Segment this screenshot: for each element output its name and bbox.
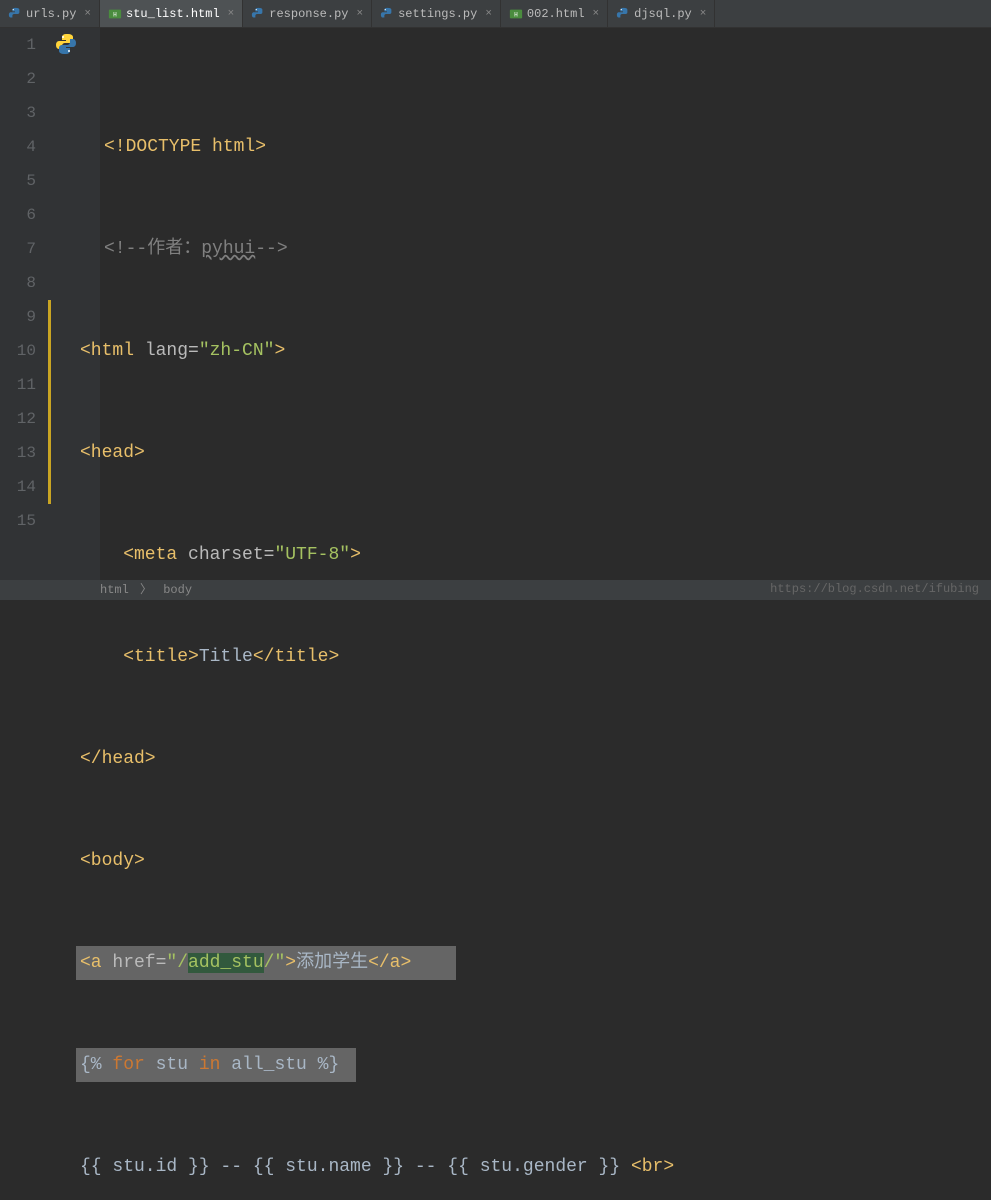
close-icon[interactable]: × — [356, 8, 363, 20]
code-token: href= — [112, 953, 166, 973]
code-token: }} — [588, 1157, 620, 1177]
code-token: {{ — [447, 1157, 479, 1177]
code-token: stu.id — [112, 1157, 177, 1177]
code-token: </head> — [80, 749, 156, 769]
code-token: <title> — [80, 647, 199, 667]
line-number: 2 — [0, 62, 36, 96]
tab-label: settings.py — [398, 7, 477, 21]
tab-settings[interactable]: settings.py × — [372, 0, 501, 27]
line-number: 5 — [0, 164, 36, 198]
code-token: {{ — [80, 1157, 112, 1177]
line-number: 13 — [0, 436, 36, 470]
tab-label: djsql.py — [634, 7, 692, 21]
code-token: <!-- — [104, 239, 147, 259]
tab-label: stu_list.html — [126, 7, 220, 21]
tab-label: 002.html — [527, 7, 585, 21]
code-token: "UTF-8" — [274, 545, 350, 565]
tab-urls[interactable]: urls.py × — [0, 0, 100, 27]
tab-response[interactable]: response.py × — [243, 0, 372, 27]
line-number: 6 — [0, 198, 36, 232]
python-file-icon — [54, 32, 78, 56]
code-token: </a> — [368, 953, 411, 973]
python-icon — [616, 7, 630, 21]
editor[interactable]: 1 2 3 4 5 6 7 8 9 10 11 12 13 14 15 <!DO… — [0, 28, 991, 580]
code-token: stu.gender — [480, 1157, 588, 1177]
line-number: 14 — [0, 470, 36, 504]
watermark: https://blog.csdn.net/ifubing — [770, 582, 979, 596]
code-token: all_stu — [220, 1055, 317, 1075]
python-icon — [8, 7, 22, 21]
line-number: 1 — [0, 28, 36, 62]
code-token: {% — [80, 1055, 112, 1075]
close-icon[interactable]: × — [700, 8, 707, 20]
code-token: <head> — [80, 443, 145, 463]
line-number: 8 — [0, 266, 36, 300]
code-area[interactable]: <!DOCTYPE html> <!--作者：pyhui--> <html la… — [100, 28, 991, 580]
close-icon[interactable]: × — [485, 8, 492, 20]
svg-text:H: H — [113, 11, 117, 18]
code-token: > — [274, 341, 285, 361]
code-token: <!DOCTYPE html> — [104, 137, 266, 157]
code-token: lang= — [145, 341, 199, 361]
code-token: <body> — [80, 851, 145, 871]
line-number: 3 — [0, 96, 36, 130]
code-token: for — [112, 1055, 144, 1075]
code-token: -- — [404, 1157, 447, 1177]
html-icon: H — [108, 7, 122, 21]
html-icon: H — [509, 7, 523, 21]
code-token: }} — [177, 1157, 209, 1177]
code-token: }} — [372, 1157, 404, 1177]
line-number: 7 — [0, 232, 36, 266]
code-token: 添加学生 — [296, 953, 368, 973]
code-token: {{ — [253, 1157, 285, 1177]
code-token: /" — [264, 953, 286, 973]
code-token: charset= — [188, 545, 274, 565]
code-token: > — [350, 545, 361, 565]
svg-text:H: H — [514, 11, 518, 18]
code-token: Title — [199, 647, 253, 667]
code-token: --> — [255, 239, 287, 259]
line-number: 4 — [0, 130, 36, 164]
close-icon[interactable]: × — [593, 8, 600, 20]
python-icon — [380, 7, 394, 21]
tab-bar: urls.py × H stu_list.html × response.py … — [0, 0, 991, 28]
tab-djsql[interactable]: djsql.py × — [608, 0, 715, 27]
line-gutter: 1 2 3 4 5 6 7 8 9 10 11 12 13 14 15 — [0, 28, 48, 580]
code-token: <meta — [80, 545, 188, 565]
line-number: 15 — [0, 504, 36, 538]
code-token: 作者： — [147, 239, 201, 259]
line-number: 11 — [0, 368, 36, 402]
tab-label: urls.py — [26, 7, 76, 21]
code-token: <br> — [631, 1157, 674, 1177]
code-token: <html — [80, 341, 145, 361]
code-token: in — [199, 1055, 221, 1075]
tab-stu-list[interactable]: H stu_list.html × — [100, 0, 243, 27]
line-number: 12 — [0, 402, 36, 436]
code-token: "zh-CN" — [199, 341, 275, 361]
code-token: stu — [145, 1055, 199, 1075]
code-token: -- — [210, 1157, 253, 1177]
tab-002[interactable]: H 002.html × — [501, 0, 608, 27]
change-marker — [48, 300, 51, 504]
code-token: %} — [318, 1055, 340, 1075]
line-number: 10 — [0, 334, 36, 368]
python-icon — [251, 7, 265, 21]
code-token: <a — [80, 953, 112, 973]
code-token: "/ — [166, 953, 188, 973]
close-icon[interactable]: × — [228, 8, 235, 20]
code-token: pyhui — [201, 239, 255, 259]
code-token: add_stu — [188, 953, 264, 973]
close-icon[interactable]: × — [84, 8, 91, 20]
tab-label: response.py — [269, 7, 348, 21]
fold-column — [86, 28, 100, 580]
line-number: 9 — [0, 300, 36, 334]
code-token: > — [285, 953, 296, 973]
code-token: </title> — [253, 647, 339, 667]
icon-column — [48, 28, 86, 580]
code-token: stu.name — [285, 1157, 371, 1177]
